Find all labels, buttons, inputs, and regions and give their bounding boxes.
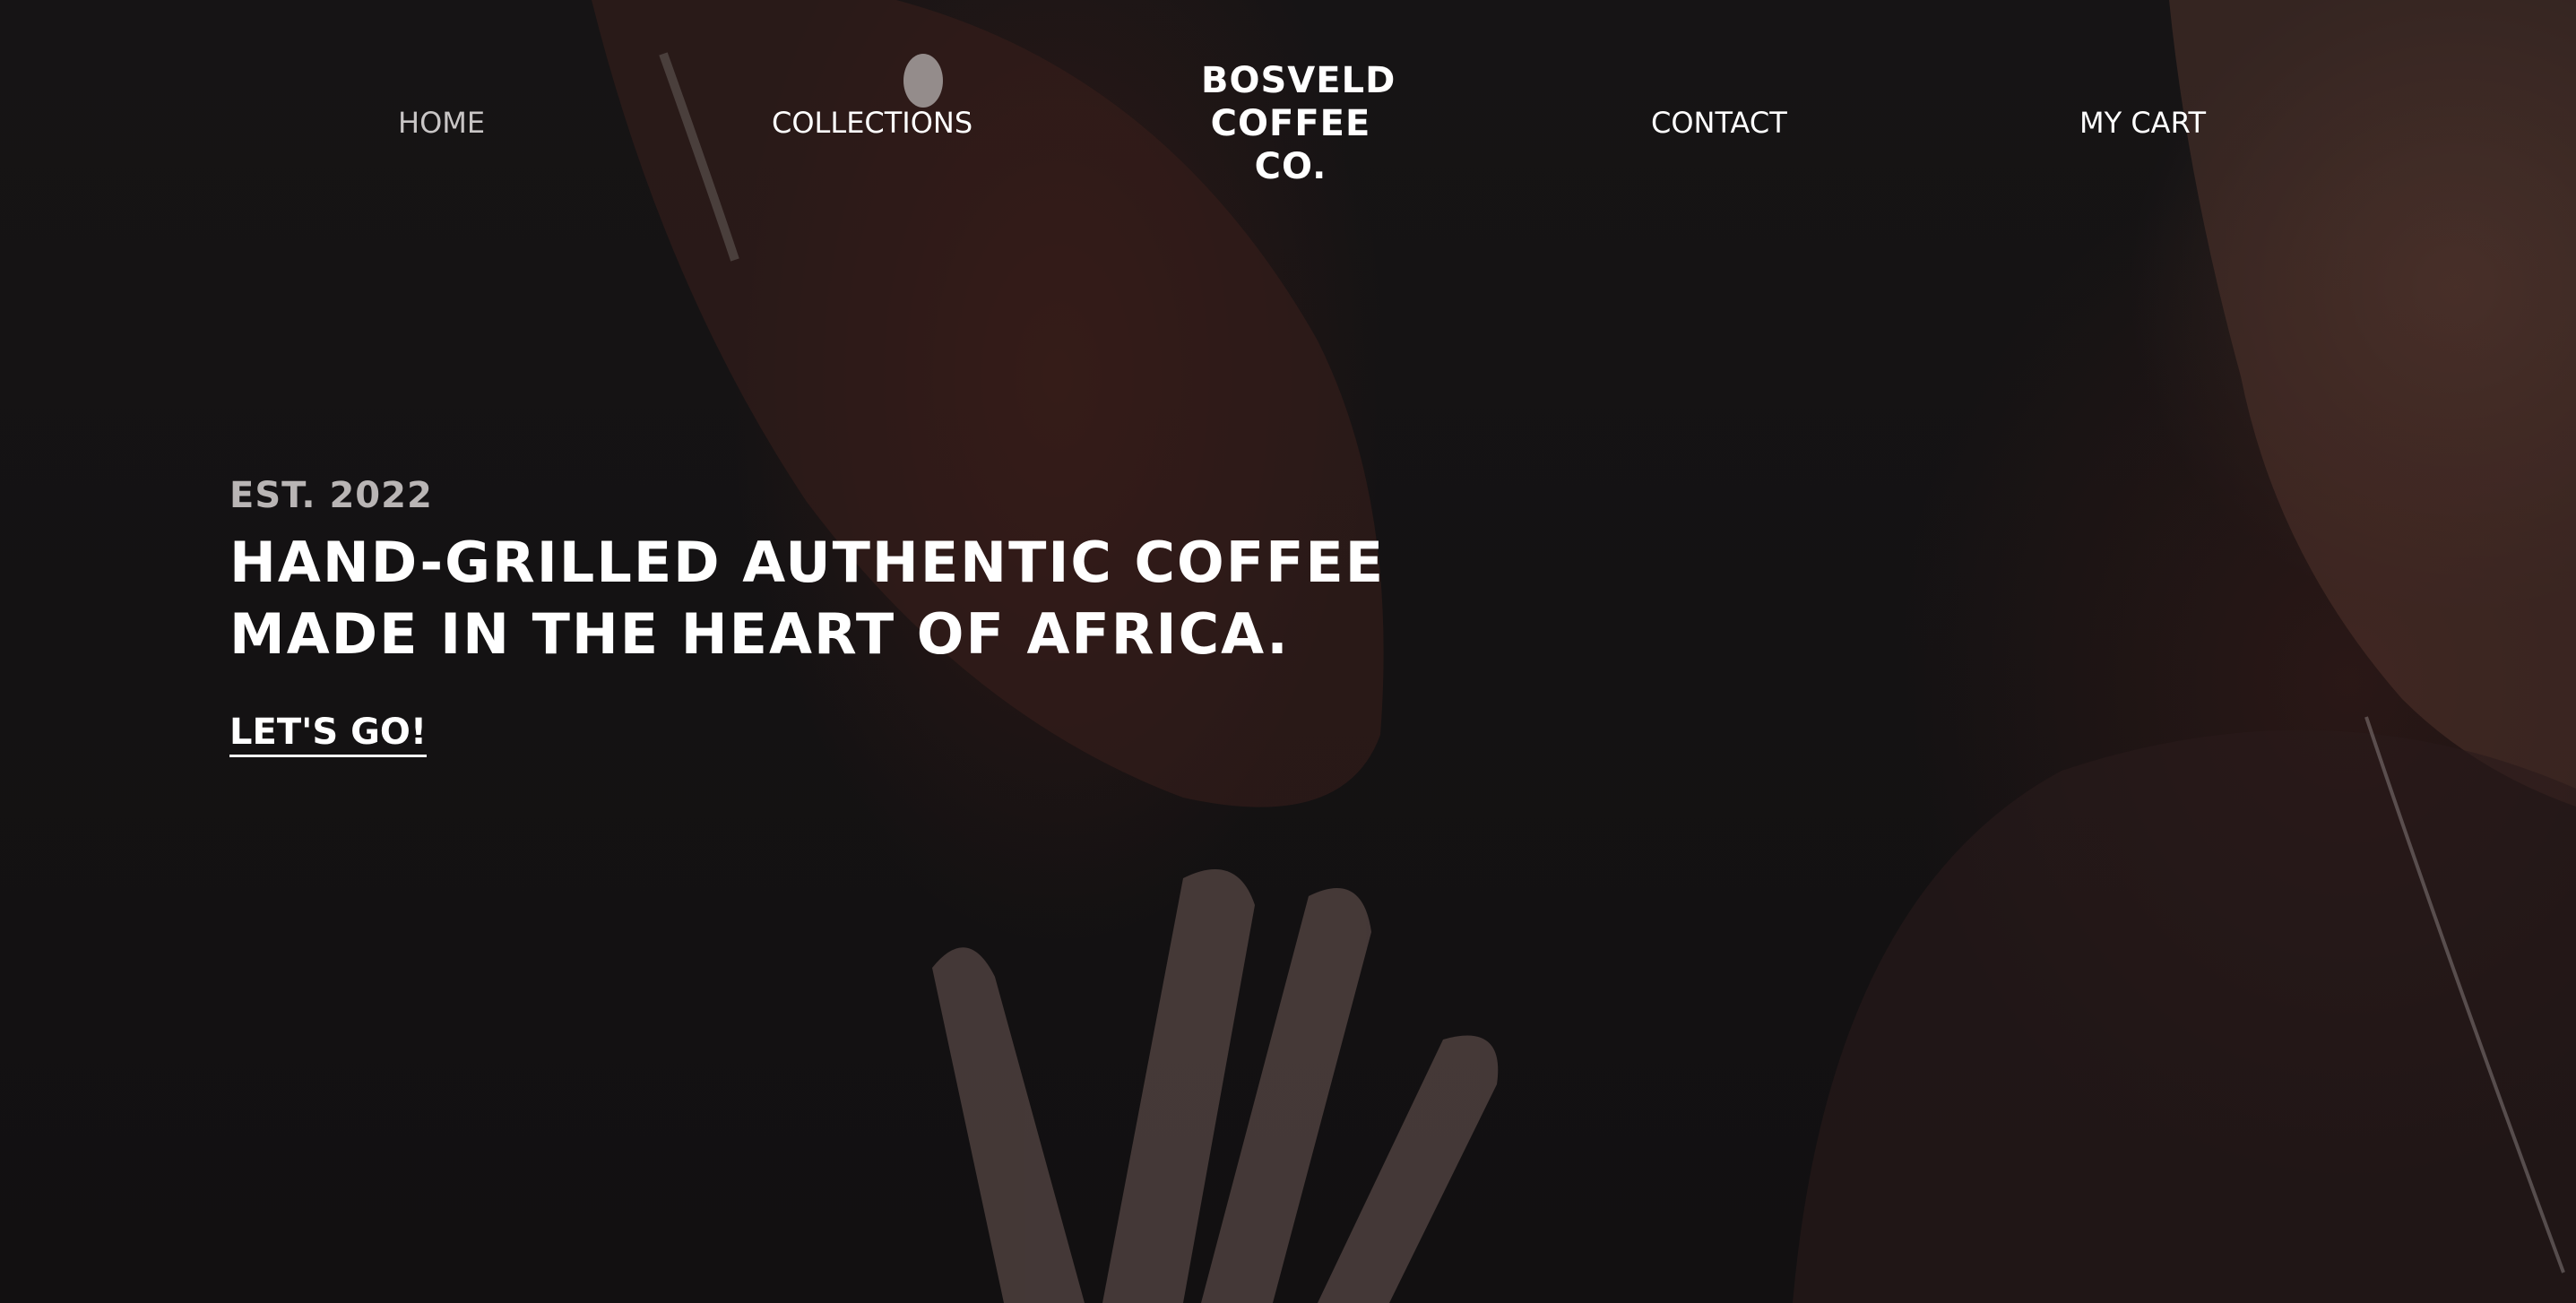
nav-link-cart[interactable]: MY CART [2079, 106, 2206, 140]
brand-logo[interactable]: BOSVELD COFFEE CO. [1201, 59, 1396, 188]
hero-content: EST. 2022 HAND-GRILLED AUTHENTIC COFFEE … [229, 475, 1385, 757]
lets-go-button[interactable]: LET'S GO! [229, 712, 428, 757]
logo-line-3: CO. [1254, 146, 1327, 187]
logo-line-2: COFFEE [1210, 103, 1371, 144]
headline-line-2: MADE IN THE HEART OF AFRICA. [229, 601, 1290, 667]
hero-headline: HAND-GRILLED AUTHENTIC COFFEE MADE IN TH… [229, 527, 1385, 670]
hero-section: HOME COLLECTIONS CONTACT MY CART BOSVELD… [0, 0, 2576, 1303]
established-label: EST. 2022 [229, 475, 433, 516]
headline-line-1: HAND-GRILLED AUTHENTIC COFFEE [229, 530, 1386, 595]
nav-link-contact[interactable]: CONTACT [1651, 106, 1787, 140]
nav-link-collections[interactable]: COLLECTIONS [772, 106, 972, 140]
nav-link-home[interactable]: HOME [398, 106, 485, 140]
logo-line-1: BOSVELD [1201, 60, 1396, 101]
